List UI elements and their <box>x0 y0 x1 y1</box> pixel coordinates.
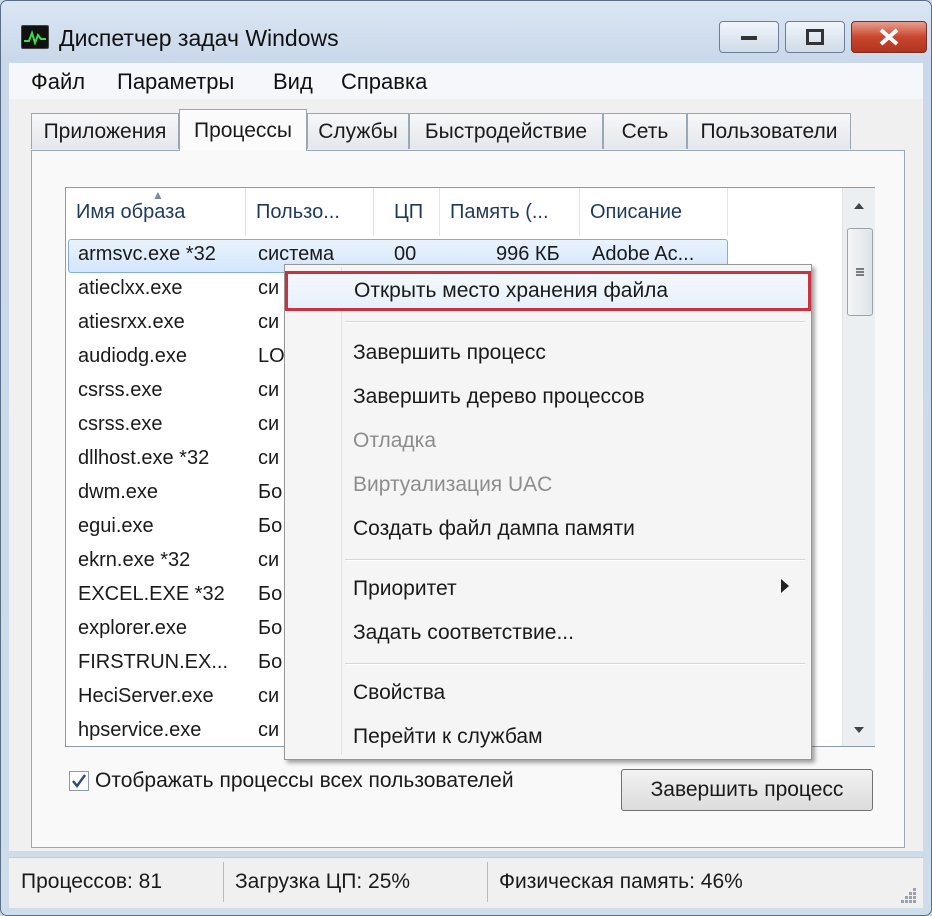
menu-item-end-process[interactable]: Завершить процесс <box>287 333 807 373</box>
context-menu: Открыть место хранения файла Завершить п… <box>284 264 812 760</box>
title-bar[interactable]: Диспетчер задач Windows <box>1 1 931 61</box>
cell-name: ekrn.exe *32 <box>78 549 191 571</box>
cell-name: FIRSTRUN.EX... <box>78 651 229 673</box>
menu-item-end-process-tree[interactable]: Завершить дерево процессов <box>287 377 807 417</box>
checkmark-icon <box>72 774 86 788</box>
menu-item-label: Приоритет <box>353 577 457 600</box>
chevron-up-icon <box>854 203 864 209</box>
column-label: Пользо... <box>256 200 340 223</box>
tab-performance[interactable]: Быстродействие <box>409 113 603 149</box>
menu-item-properties[interactable]: Свойства <box>287 673 807 713</box>
tab-services[interactable]: Службы <box>307 113 409 149</box>
column-label: Описание <box>590 200 683 223</box>
column-image-name[interactable]: ▲ Имя образа <box>66 188 246 236</box>
column-label: Имя образа <box>76 200 186 223</box>
menu-bar: Файл Параметры Вид Справка <box>9 63 923 99</box>
menu-view[interactable]: Вид <box>273 69 313 95</box>
cell-user: си <box>258 413 280 435</box>
column-user[interactable]: Пользо... <box>246 188 374 236</box>
maximize-button[interactable] <box>785 21 845 53</box>
cell-user: си <box>258 447 280 469</box>
cell-user: Бо <box>258 651 283 673</box>
cell-name: dwm.exe <box>78 481 159 503</box>
cell-description: Adobe Ac... <box>592 243 695 265</box>
menu-item-create-dump-file[interactable]: Создать файл дампа памяти <box>287 509 807 549</box>
cell-user: си <box>258 549 280 571</box>
status-memory-usage: Физическая память: 46% <box>499 870 743 893</box>
cell-user: Бо <box>258 617 283 639</box>
minimize-button[interactable] <box>719 21 779 53</box>
close-button[interactable] <box>851 21 927 53</box>
menu-item-go-to-services[interactable]: Перейти к службам <box>287 717 807 757</box>
cell-name: explorer.exe <box>78 617 187 639</box>
menu-help[interactable]: Справка <box>341 69 427 95</box>
cell-user: Бо <box>258 515 283 537</box>
cell-user: Бо <box>258 583 283 605</box>
cell-name: csrss.exe <box>78 413 163 435</box>
menu-file[interactable]: Файл <box>31 69 85 95</box>
cell-name: egui.exe <box>78 515 154 537</box>
vertical-scrollbar[interactable] <box>842 188 875 746</box>
cell-user: си <box>258 379 280 401</box>
cell-name: EXCEL.EXE *32 <box>78 583 225 605</box>
cell-name: csrss.exe <box>78 379 163 401</box>
minimize-icon <box>741 36 757 40</box>
cell-name: atiesrxx.exe <box>78 311 185 333</box>
tab-network[interactable]: Сеть <box>603 113 687 149</box>
column-description[interactable]: Описание <box>580 188 728 236</box>
status-divider <box>487 862 488 902</box>
menu-item-uac-virtualization: Виртуализация UAC <box>353 473 553 496</box>
status-divider <box>223 862 224 902</box>
window-title: Диспетчер задач Windows <box>59 25 339 51</box>
show-all-users-checkbox[interactable] <box>69 771 89 791</box>
grip-icon <box>856 268 864 276</box>
cell-name: audiodg.exe <box>78 345 187 367</box>
column-label: Память (... <box>450 200 549 223</box>
menu-item-priority[interactable]: Приоритет <box>287 569 807 609</box>
cell-user: LO <box>258 345 285 367</box>
status-bar: Процессов: 81 Загрузка ЦП: 25% Физическа… <box>9 857 923 908</box>
tab-users[interactable]: Пользователи <box>687 113 851 149</box>
menu-item-set-affinity[interactable]: Задать соответствие... <box>287 613 807 653</box>
menu-separator <box>345 663 805 665</box>
cell-user: система <box>258 243 335 265</box>
resize-grip-icon[interactable] <box>899 886 917 904</box>
status-process-count: Процессов: 81 <box>21 870 163 893</box>
cell-name: hpservice.exe <box>78 719 202 741</box>
menu-separator <box>345 559 805 561</box>
menu-separator <box>345 321 805 323</box>
maximize-icon <box>806 29 824 45</box>
cell-user: Бо <box>258 481 283 503</box>
cell-user: си <box>258 277 280 299</box>
submenu-arrow-icon <box>781 579 789 593</box>
close-icon <box>879 28 899 46</box>
menu-item-open-file-location[interactable]: Открыть место хранения файла <box>285 271 811 311</box>
column-cpu[interactable]: ЦП <box>374 188 440 236</box>
menu-item-debug: Отладка <box>353 429 437 452</box>
scroll-thumb[interactable] <box>847 228 873 316</box>
cell-cpu: 00 <box>394 243 417 265</box>
task-manager-icon <box>21 25 49 49</box>
column-label: ЦП <box>394 200 424 223</box>
chevron-down-icon <box>854 727 864 733</box>
cell-name: dllhost.exe *32 <box>78 447 210 469</box>
cell-user: си <box>258 719 280 741</box>
tab-processes[interactable]: Процессы <box>179 109 307 151</box>
status-cpu-usage: Загрузка ЦП: 25% <box>235 870 411 893</box>
cell-name: armsvc.exe *32 <box>78 243 216 265</box>
menu-options[interactable]: Параметры <box>117 69 234 95</box>
scroll-down-button[interactable] <box>843 714 875 746</box>
show-all-users-label: Отображать процессы всех пользователей <box>95 769 514 792</box>
cell-user: си <box>258 685 280 707</box>
cell-name: HeciServer.exe <box>78 685 214 707</box>
tab-applications[interactable]: Приложения <box>31 113 179 149</box>
cell-name: atieclxx.exe <box>78 277 183 299</box>
end-process-button[interactable]: Завершить процесс <box>621 769 873 811</box>
column-memory[interactable]: Память (... <box>440 188 580 236</box>
cell-memory: 996 КБ <box>496 243 560 265</box>
cell-user: си <box>258 311 280 333</box>
sort-ascending-icon: ▲ <box>152 188 164 202</box>
scroll-up-button[interactable] <box>843 190 875 222</box>
